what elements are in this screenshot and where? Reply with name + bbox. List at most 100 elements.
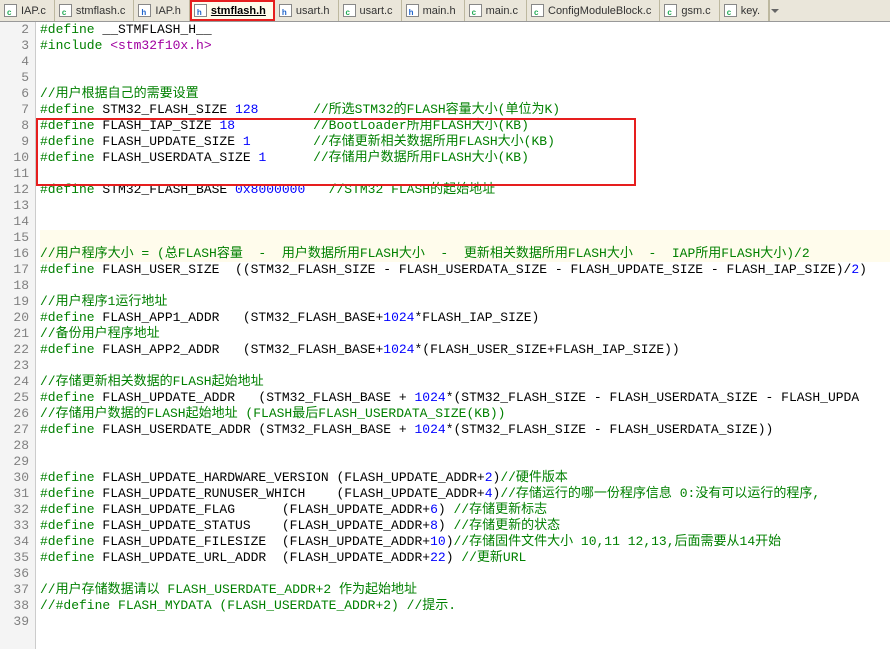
tab-ConfigModuleBlock-c[interactable]: ConfigModuleBlock.c — [527, 0, 660, 21]
code-line[interactable]: #define FLASH_USERDATE_ADDR (STM32_FLASH… — [40, 422, 890, 438]
line-number: 2 — [0, 22, 29, 38]
code-line[interactable] — [40, 566, 890, 582]
line-number: 37 — [0, 582, 29, 598]
tab-label: main.h — [423, 5, 456, 17]
code-line[interactable]: //#define FLASH_MYDATA (FLASH_USERDATE_A… — [40, 598, 890, 614]
tab-label: usart.c — [360, 5, 393, 17]
code-line[interactable]: #include <stm32f10x.h> — [40, 38, 890, 54]
code-line[interactable]: //存储用户数据的FLASH起始地址 (FLASH最后FLASH_USERDAT… — [40, 406, 890, 422]
line-number: 26 — [0, 406, 29, 422]
tab-IAP-h[interactable]: IAP.h — [134, 0, 190, 21]
line-number: 34 — [0, 534, 29, 550]
c-file-icon — [343, 4, 356, 17]
line-gutter: 2345678910111213141516171819202122232425… — [0, 22, 36, 649]
line-number: 29 — [0, 454, 29, 470]
line-number: 9 — [0, 134, 29, 150]
line-number: 30 — [0, 470, 29, 486]
code-line[interactable]: //存储更新相关数据的FLASH起始地址 — [40, 374, 890, 390]
line-number: 32 — [0, 502, 29, 518]
code-line[interactable]: //用户根据自己的需要设置 — [40, 86, 890, 102]
tab-label: stmflash.c — [76, 5, 126, 17]
code-line[interactable]: #define FLASH_UPDATE_STATUS (FLASH_UPDAT… — [40, 518, 890, 534]
code-line[interactable]: //备份用户程序地址 — [40, 326, 890, 342]
tab-usart-h[interactable]: usart.h — [275, 0, 339, 21]
code-line[interactable]: #define STM32_FLASH_BASE 0x8000000 //STM… — [40, 182, 890, 198]
tab-stmflash-h[interactable]: stmflash.h — [190, 0, 275, 21]
code-line[interactable]: #define FLASH_UPDATE_FLAG (FLASH_UPDATE_… — [40, 502, 890, 518]
code-line[interactable]: #define FLASH_APP1_ADDR (STM32_FLASH_BAS… — [40, 310, 890, 326]
c-file-icon — [469, 4, 482, 17]
code-line[interactable]: #define FLASH_UPDATE_RUNUSER_WHICH (FLAS… — [40, 486, 890, 502]
c-file-icon — [59, 4, 72, 17]
line-number: 36 — [0, 566, 29, 582]
line-number: 13 — [0, 198, 29, 214]
code-line[interactable] — [40, 614, 890, 630]
tab-label: stmflash.h — [211, 5, 266, 17]
line-number: 22 — [0, 342, 29, 358]
line-number: 35 — [0, 550, 29, 566]
code-line[interactable]: #define FLASH_UPDATE_URL_ADDR (FLASH_UPD… — [40, 550, 890, 566]
line-number: 12 — [0, 182, 29, 198]
code-line[interactable] — [40, 198, 890, 214]
tab-usart-c[interactable]: usart.c — [339, 0, 402, 21]
tab-label: key. — [741, 5, 760, 17]
c-file-icon — [724, 4, 737, 17]
code-line[interactable] — [40, 358, 890, 374]
line-number: 23 — [0, 358, 29, 374]
code-line[interactable]: #define FLASH_UPDATE_FILESIZE (FLASH_UPD… — [40, 534, 890, 550]
c-file-icon — [4, 4, 17, 17]
tab-main-h[interactable]: main.h — [402, 0, 465, 21]
code-line[interactable]: #define __STMFLASH_H__ — [40, 22, 890, 38]
tab-gsm-c[interactable]: gsm.c — [660, 0, 719, 21]
code-line[interactable]: //用户程序1运行地址 — [40, 294, 890, 310]
line-number: 11 — [0, 166, 29, 182]
code-line[interactable] — [40, 454, 890, 470]
line-number: 24 — [0, 374, 29, 390]
line-number: 16 — [0, 246, 29, 262]
line-number: 31 — [0, 486, 29, 502]
code-line[interactable]: #define FLASH_APP2_ADDR (STM32_FLASH_BAS… — [40, 342, 890, 358]
line-number: 33 — [0, 518, 29, 534]
line-number: 14 — [0, 214, 29, 230]
line-number: 6 — [0, 86, 29, 102]
code-line[interactable] — [40, 438, 890, 454]
tab-label: usart.h — [296, 5, 330, 17]
code-line[interactable]: #define FLASH_UPDATE_SIZE 1 //存储更新相关数据所用… — [40, 134, 890, 150]
tab-label: IAP.c — [21, 5, 46, 17]
code-line[interactable] — [40, 166, 890, 182]
line-number: 3 — [0, 38, 29, 54]
tab-main-c[interactable]: main.c — [465, 0, 527, 21]
line-number: 10 — [0, 150, 29, 166]
c-file-icon — [664, 4, 677, 17]
line-number: 27 — [0, 422, 29, 438]
line-number: 39 — [0, 614, 29, 630]
tab-label: gsm.c — [681, 5, 710, 17]
line-number: 20 — [0, 310, 29, 326]
tab-overflow-dropdown[interactable] — [769, 0, 779, 21]
code-line[interactable]: #define FLASH_USERDATA_SIZE 1 //存储用户数据所用… — [40, 150, 890, 166]
code-line[interactable]: #define FLASH_USER_SIZE ((STM32_FLASH_SI… — [40, 262, 890, 278]
tab-label: ConfigModuleBlock.c — [548, 5, 651, 17]
code-line[interactable] — [40, 214, 890, 230]
code-line[interactable]: #define STM32_FLASH_SIZE 128 //所选STM32的F… — [40, 102, 890, 118]
code-line[interactable] — [40, 278, 890, 294]
code-line[interactable]: //用户程序大小 = (总FLASH容量 - 用户数据所用FLASH大小 - 更… — [40, 246, 890, 262]
line-number: 18 — [0, 278, 29, 294]
tab-IAP-c[interactable]: IAP.c — [0, 0, 55, 21]
editor: 2345678910111213141516171819202122232425… — [0, 22, 890, 649]
h-file-icon — [194, 4, 207, 17]
code-line[interactable] — [40, 70, 890, 86]
code-line[interactable]: //用户存储数据请以 FLASH_USERDATE_ADDR+2 作为起始地址 — [40, 582, 890, 598]
code-line[interactable] — [40, 230, 890, 246]
line-number: 7 — [0, 102, 29, 118]
tab-label: main.c — [486, 5, 518, 17]
line-number: 4 — [0, 54, 29, 70]
code-line[interactable] — [40, 54, 890, 70]
tab-stmflash-c[interactable]: stmflash.c — [55, 0, 135, 21]
code-line[interactable]: #define FLASH_UPDATE_ADDR (STM32_FLASH_B… — [40, 390, 890, 406]
code-line[interactable]: #define FLASH_IAP_SIZE 18 //BootLoader所用… — [40, 118, 890, 134]
tab-key-[interactable]: key. — [720, 0, 769, 21]
code-area[interactable]: #define __STMFLASH_H__#include <stm32f10… — [36, 22, 890, 649]
tab-bar: IAP.c stmflash.c IAP.h stmflash.h usart.h usa… — [0, 0, 890, 22]
code-line[interactable]: #define FLASH_UPDATE_HARDWARE_VERSION (F… — [40, 470, 890, 486]
